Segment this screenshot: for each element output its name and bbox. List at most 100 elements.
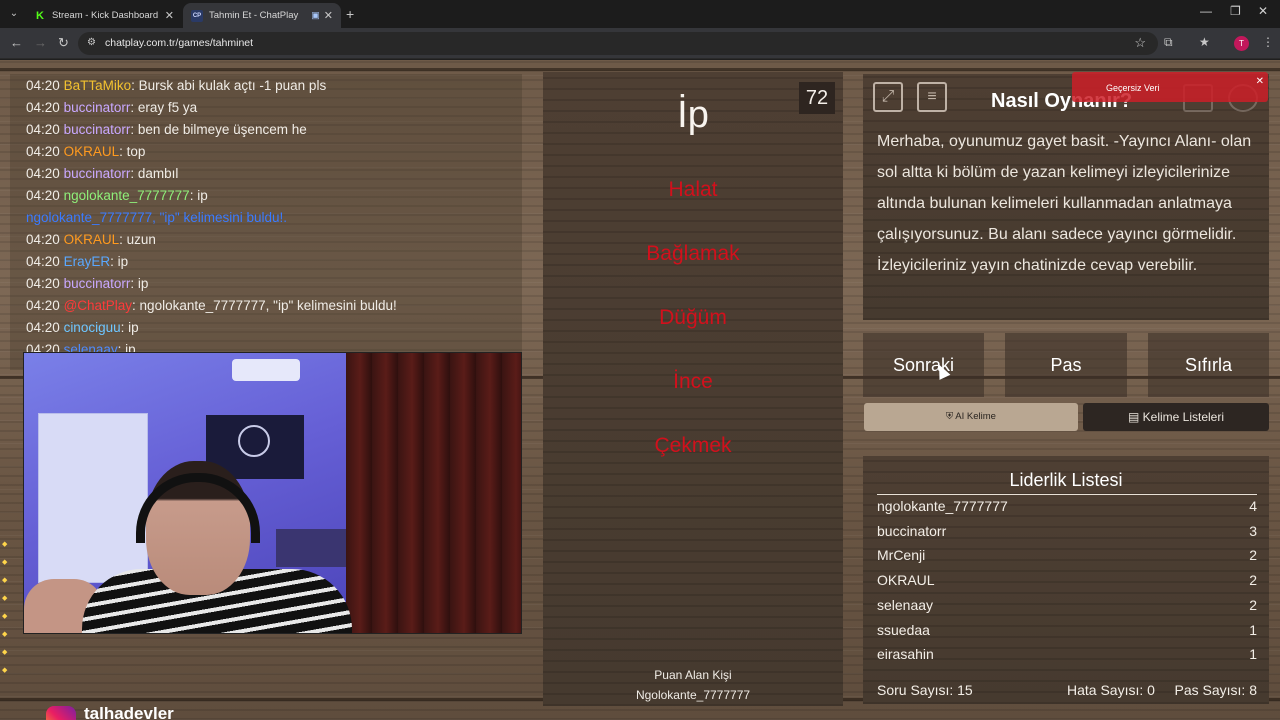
back-icon[interactable]: ← <box>10 35 23 50</box>
game-page: 04:20 BaTTaMiko: Bursk abi kulak açtı -1… <box>0 60 1280 720</box>
webcam-feed <box>23 352 522 634</box>
chat-text: : Bursk abi kulak açtı -1 puan pls <box>131 78 327 93</box>
target-word: İp <box>677 94 709 136</box>
chat-message: 04:20 buccinatorr: dambıl <box>26 166 178 181</box>
banned-word: Bağlamak <box>646 242 740 265</box>
chat-message: 04:20 OKRAUL: uzun <box>26 232 156 247</box>
forward-icon[interactable]: → <box>34 35 47 50</box>
leaderboard-row: OKRAUL 2 <box>877 572 1257 596</box>
chat-username[interactable]: BaTTaMiko <box>64 78 132 93</box>
leaderboard-row: MrCenji 2 <box>877 547 1257 571</box>
chat-username[interactable]: buccinatorr <box>64 122 131 137</box>
chat-username[interactable]: ngolokante_7777777, <box>26 210 156 225</box>
chat-username[interactable]: cinociguu <box>64 320 121 335</box>
social-overlay: talhadevler <box>46 704 206 720</box>
extensions-icon[interactable]: ⧉ <box>1164 35 1173 50</box>
chat-time: 04:20 <box>26 254 60 269</box>
chat-username[interactable]: @ChatPlay <box>64 298 132 313</box>
instagram-icon <box>46 706 76 720</box>
chat-username[interactable]: ErayER <box>64 254 111 269</box>
banned-word: Düğüm <box>659 306 727 329</box>
leaderboard-title: Liderlik Listesi <box>1009 470 1123 490</box>
chat-message: ngolokante_7777777, "ip" kelimesini buld… <box>26 210 287 225</box>
chat-username[interactable]: ngolokante_7777777 <box>64 188 190 203</box>
chat-username[interactable]: OKRAUL <box>64 232 120 247</box>
tab-chatplay[interactable]: CP Tahmin Et - ChatPlay ▣ ✕ <box>183 3 341 28</box>
url-text[interactable]: chatplay.com.tr/games/tahminet <box>105 37 253 49</box>
leaderboard-row: buccinatorr 3 <box>877 523 1257 547</box>
overlay-emotes: ◆ ◆ ◆ ◆ ◆ ◆ ◆ ◆ <box>2 541 8 674</box>
chat-text: : ip <box>120 320 139 335</box>
pass-button[interactable]: Pas <box>1005 333 1127 397</box>
minimize-icon[interactable]: — <box>1200 4 1212 18</box>
player-score: 2 <box>1249 547 1257 563</box>
chat-time: 04:20 <box>26 298 60 313</box>
next-button[interactable]: Sonraki <box>863 333 984 397</box>
chat-time: 04:20 <box>26 100 60 115</box>
chat-time: 04:20 <box>26 78 60 93</box>
omnibox[interactable]: ⚙ chatplay.com.tr/games/tahminet ☆ <box>78 32 1158 55</box>
ai-word-label: AI Kelime <box>955 411 996 422</box>
tab-bar: ⌄ K Stream - Kick Dashboard ✕ CP Tahmin … <box>0 0 1280 28</box>
question-count: Soru Sayısı: 15 <box>877 682 973 698</box>
banned-word: Halat <box>668 178 718 201</box>
toast-close-icon[interactable]: ✕ <box>1256 76 1264 87</box>
reload-icon[interactable]: ↻ <box>58 35 69 51</box>
ai-shield-icon: ⛨ <box>946 411 956 422</box>
kick-favicon-icon: K <box>34 9 46 22</box>
chat-text: : dambıl <box>130 166 179 181</box>
close-window-icon[interactable]: ✕ <box>1258 4 1268 18</box>
leaderboard-row: ngolokante_7777777 4 <box>877 498 1257 522</box>
chat-text: : top <box>119 144 146 159</box>
tab-title: Stream - Kick Dashboard <box>52 10 159 21</box>
chat-username[interactable]: buccinatorr <box>64 100 131 115</box>
chat-time: 04:20 <box>26 188 60 203</box>
tab-search-icon[interactable]: ⌄ <box>6 6 22 22</box>
reset-button[interactable]: Sıfırla <box>1148 333 1269 397</box>
player-name: eirasahin <box>877 646 934 662</box>
chat-text: : eray f5 ya <box>130 100 198 115</box>
chat-username[interactable]: OKRAUL <box>64 144 120 159</box>
player-score: 1 <box>1249 622 1257 638</box>
player-score: 2 <box>1249 572 1257 588</box>
chat-text: : ip <box>110 254 129 269</box>
bookmarks-icon[interactable]: ★ <box>1199 35 1210 49</box>
tab-close-icon[interactable]: ✕ <box>165 9 174 22</box>
player-score: 3 <box>1249 523 1257 539</box>
chat-message: 04:20 buccinatorr: ip <box>26 276 148 291</box>
tab-title: Tahmin Et - ChatPlay <box>209 10 299 21</box>
chat-time: 04:20 <box>26 122 60 137</box>
chat-username[interactable]: buccinatorr <box>64 276 131 291</box>
fullscreen-icon[interactable]: ⤢ <box>873 82 903 112</box>
chat-text: : ben de bilmeye üşencem he <box>130 122 307 137</box>
chat-message: 04:20 BaTTaMiko: Bursk abi kulak açtı -1… <box>26 78 326 93</box>
chatplay-favicon-icon: CP <box>191 9 203 22</box>
document-icon[interactable]: ≡ <box>917 82 947 112</box>
new-tab-icon[interactable]: + <box>346 6 354 22</box>
tab-close-icon[interactable]: ✕ <box>324 9 333 22</box>
chat-panel: 04:20 BaTTaMiko: Bursk abi kulak açtı -1… <box>10 74 522 370</box>
bookmark-star-icon[interactable]: ☆ <box>1134 35 1146 51</box>
chat-text: : ip <box>189 188 208 203</box>
player-name: ngolokante_7777777 <box>877 498 1008 514</box>
word-lists-button[interactable]: ▤ Kelime Listeleri <box>1083 403 1269 431</box>
scorer-label: Puan Alan Kişi <box>654 668 732 682</box>
player-name: OKRAUL <box>877 572 935 588</box>
profile-avatar[interactable]: T <box>1234 36 1249 51</box>
player-name: selenaay <box>877 597 934 613</box>
chat-time: 04:20 <box>26 320 60 335</box>
restore-icon[interactable]: ❐ <box>1230 4 1241 18</box>
leaderboard-row: selenaay 2 <box>877 597 1257 621</box>
chat-username[interactable]: buccinatorr <box>64 166 131 181</box>
pass-count: Pas Sayısı: 8 <box>1174 682 1257 698</box>
ai-word-button[interactable]: ⛨ AI Kelime <box>864 403 1078 431</box>
word-lists-label: Kelime Listeleri <box>1142 410 1225 424</box>
tab-kick-dashboard[interactable]: K Stream - Kick Dashboard ✕ <box>26 3 182 28</box>
media-playing-icon[interactable]: ▣ <box>311 10 320 21</box>
social-handle: talhadevler <box>84 704 174 720</box>
menu-icon[interactable]: ⋮ <box>1262 35 1274 49</box>
error-toast: Geçersiz Veri ✕ <box>1072 72 1268 102</box>
banned-word: Çekmek <box>654 434 732 457</box>
site-info-icon[interactable]: ⚙ <box>87 37 96 48</box>
leaderboard-row: eirasahin 1 <box>877 646 1257 670</box>
